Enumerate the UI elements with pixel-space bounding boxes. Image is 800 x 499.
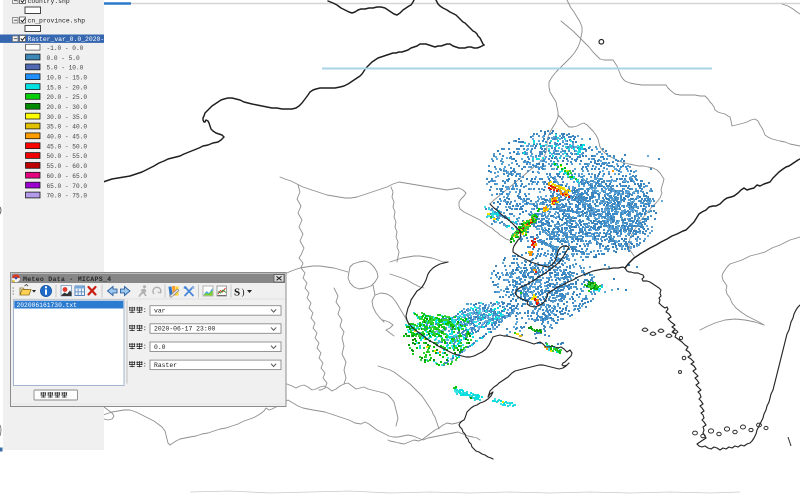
svg-text:2020-06-17 23:00: 2020-06-17 23:00 (154, 325, 216, 332)
svg-text:50.0 - 55.0: 50.0 - 55.0 (47, 153, 88, 160)
svg-text:0.0 - 5.0: 0.0 - 5.0 (47, 55, 80, 62)
svg-text:cn_province.shp: cn_province.shp (28, 17, 86, 24)
svg-text:30.0 - 35.0: 30.0 - 35.0 (47, 114, 88, 121)
svg-text:45.0 - 50.0: 45.0 - 50.0 (47, 143, 88, 150)
svg-text:0.0: 0.0 (154, 343, 166, 350)
svg-text:55.0 - 60.0: 55.0 - 60.0 (47, 163, 88, 170)
svg-text:202006161730.txt: 202006161730.txt (16, 302, 77, 309)
svg-text:5.0 - 10.0: 5.0 - 10.0 (47, 65, 84, 72)
svg-text:Meteo Data - MICAPS_4: Meteo Data - MICAPS_4 (23, 275, 111, 282)
svg-text:20.0 - 25.0: 20.0 - 25.0 (47, 94, 88, 101)
svg-text:35.0 - 40.0: 35.0 - 40.0 (47, 124, 88, 131)
svg-text:10.0 - 15.0: 10.0 - 15.0 (47, 74, 88, 81)
svg-text:40.0 - 45.0: 40.0 - 45.0 (47, 134, 88, 141)
svg-text:var: var (154, 307, 166, 314)
svg-text:60.0 - 65.0: 60.0 - 65.0 (47, 173, 88, 180)
svg-text:S: S (234, 286, 240, 298)
svg-text:70.0 - 75.0: 70.0 - 75.0 (47, 193, 88, 200)
svg-text:): ) (241, 287, 244, 297)
svg-text:65.0 - 70.0: 65.0 - 70.0 (47, 183, 88, 190)
svg-text:15.0 - 20.0: 15.0 - 20.0 (47, 84, 88, 91)
svg-text:country.shp: country.shp (28, 0, 70, 5)
svg-text:Raster_var_0.0_2020-06: Raster_var_0.0_2020-06 (28, 36, 105, 43)
svg-text:20.0 - 30.0: 20.0 - 30.0 (47, 104, 88, 111)
svg-text:-1.0 - 0.0: -1.0 - 0.0 (47, 45, 84, 52)
svg-text:Raster: Raster (154, 362, 177, 369)
